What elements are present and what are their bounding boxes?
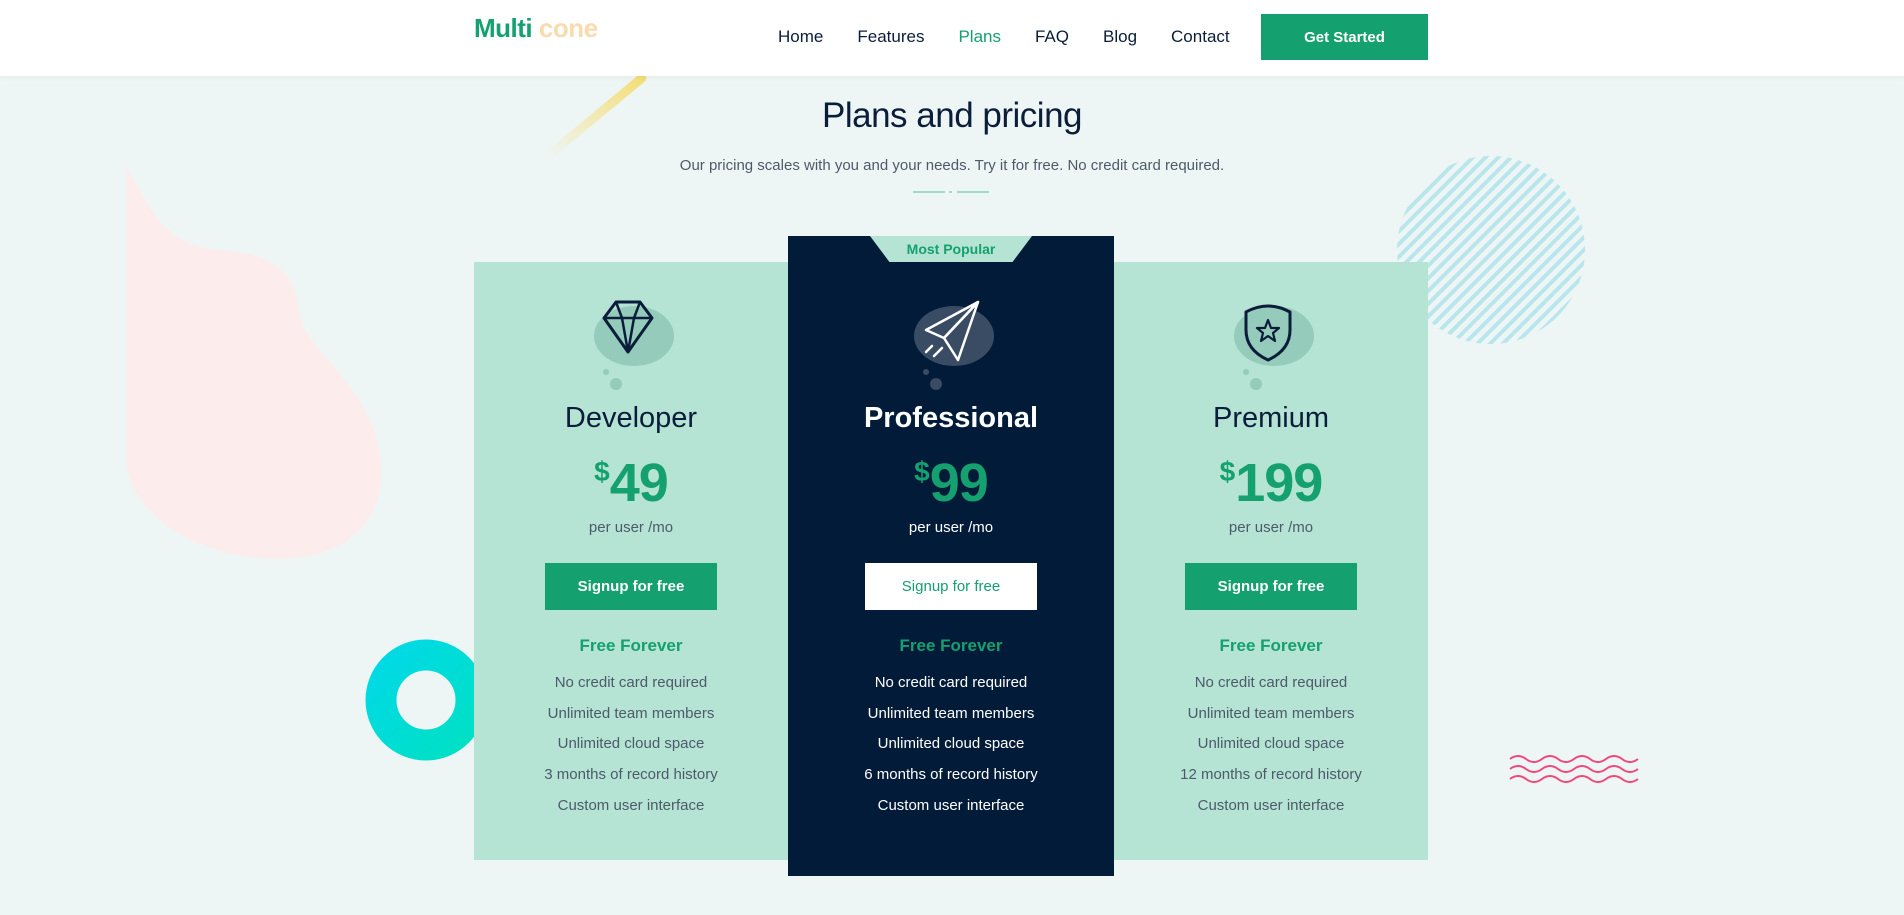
signup-button-professional[interactable]: Signup for free bbox=[865, 563, 1037, 610]
plan-price: $199 bbox=[1114, 452, 1428, 514]
feature-item: Unlimited team members bbox=[547, 704, 715, 722]
feature-item: 3 months of record history bbox=[544, 766, 718, 784]
plan-price: $99 bbox=[788, 452, 1114, 514]
feature-item: Unlimited cloud space bbox=[557, 735, 705, 753]
free-forever-label: Free Forever bbox=[1219, 636, 1323, 655]
feature-item: No credit card required bbox=[1194, 674, 1348, 691]
section-subtitle: Our pricing scales with you and your nee… bbox=[679, 157, 1225, 174]
plan-card-developer: Developer $49 per user /mo Signup for fr… bbox=[474, 262, 788, 860]
main-nav: Home Features Plans FAQ Blog Contact bbox=[778, 25, 1264, 49]
logo[interactable]: Multi cone bbox=[474, 13, 598, 44]
feature-item: Unlimited team members bbox=[867, 704, 1035, 722]
price-period: per user /mo bbox=[588, 519, 674, 536]
site-header: Multi cone Home Features Plans FAQ Blog … bbox=[0, 0, 1904, 76]
price-currency: $ bbox=[594, 456, 610, 487]
feature-item: Unlimited cloud space bbox=[1197, 735, 1345, 753]
price-amount: 199 bbox=[1235, 453, 1323, 513]
signup-button-premium[interactable]: Signup for free bbox=[1185, 563, 1357, 610]
price-period: per user /mo bbox=[908, 519, 994, 536]
feature-item: Custom user interface bbox=[1197, 796, 1345, 814]
feature-list: No credit card required Unlimited team m… bbox=[474, 668, 788, 821]
plan-price: $49 bbox=[474, 452, 788, 514]
plan-name: Professional bbox=[863, 402, 1039, 434]
feature-item: 12 months of record history bbox=[1180, 766, 1362, 784]
section-divider bbox=[913, 191, 989, 193]
section-title: Plans and pricing bbox=[822, 96, 1083, 135]
most-popular-badge: Most Popular bbox=[870, 236, 1032, 262]
pink-waves-decoration bbox=[1509, 755, 1639, 783]
price-amount: 49 bbox=[609, 453, 669, 513]
free-forever-label: Free Forever bbox=[899, 636, 1003, 655]
feature-item: No credit card required bbox=[554, 674, 708, 691]
feature-item: Unlimited team members bbox=[1187, 704, 1355, 722]
feature-item: Custom user interface bbox=[877, 796, 1025, 814]
nav-contact[interactable]: Contact bbox=[1171, 25, 1230, 49]
logo-text-secondary: cone bbox=[538, 13, 598, 43]
price-currency: $ bbox=[914, 456, 930, 487]
signup-button-developer[interactable]: Signup for free bbox=[545, 563, 717, 610]
price-amount: 99 bbox=[929, 453, 989, 513]
get-started-button[interactable]: Get Started bbox=[1261, 14, 1428, 60]
feature-item: No credit card required bbox=[874, 674, 1028, 691]
nav-faq[interactable]: FAQ bbox=[1035, 25, 1069, 49]
logo-text-primary: Multi bbox=[474, 13, 533, 43]
feature-list: No credit card required Unlimited team m… bbox=[788, 668, 1114, 821]
star-shield-icon bbox=[1234, 304, 1314, 390]
diamond-icon bbox=[594, 300, 674, 390]
nav-home[interactable]: Home bbox=[778, 25, 823, 49]
cyan-ring-decoration bbox=[365, 639, 487, 761]
feature-item: 6 months of record history bbox=[864, 766, 1038, 784]
nav-features[interactable]: Features bbox=[857, 25, 924, 49]
plan-card-premium: Premium $199 per user /mo Signup for fre… bbox=[1114, 262, 1428, 860]
price-currency: $ bbox=[1219, 456, 1236, 487]
plan-name: Developer bbox=[564, 402, 698, 434]
feature-item: Custom user interface bbox=[557, 796, 705, 814]
price-period: per user /mo bbox=[1228, 519, 1314, 536]
plan-name: Premium bbox=[1212, 402, 1329, 434]
feature-list: No credit card required Unlimited team m… bbox=[1114, 668, 1428, 821]
pink-blob-decoration bbox=[125, 167, 382, 559]
free-forever-label: Free Forever bbox=[579, 636, 683, 655]
nav-plans[interactable]: Plans bbox=[958, 25, 1001, 49]
plan-card-professional: Most Popular Professional $99 per user /… bbox=[788, 236, 1114, 876]
paper-plane-icon bbox=[914, 300, 994, 390]
feature-item: Unlimited cloud space bbox=[877, 735, 1025, 753]
nav-blog[interactable]: Blog bbox=[1103, 25, 1137, 49]
